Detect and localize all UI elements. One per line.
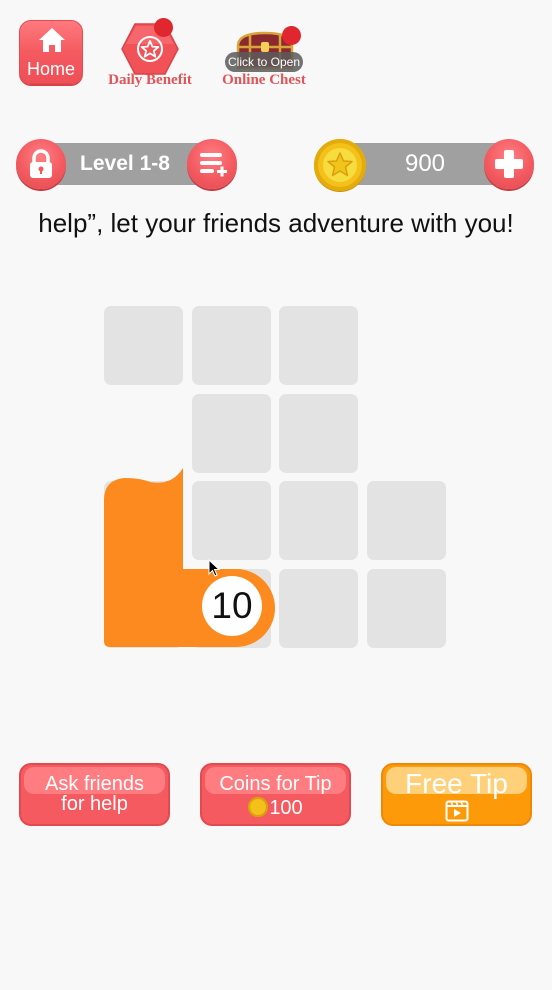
ask-friends-button[interactable]: Ask friends for help bbox=[19, 763, 170, 826]
ask-friends-line1: Ask friends bbox=[45, 773, 144, 795]
ask-friends-line2: for help bbox=[61, 793, 128, 815]
filled-path bbox=[104, 468, 275, 647]
coins-tip-label: Coins for Tip bbox=[219, 773, 332, 795]
coins-for-tip-button[interactable]: Coins for Tip 100 bbox=[200, 763, 351, 826]
path-head-number: 10 bbox=[202, 576, 262, 636]
coin-icon bbox=[248, 797, 269, 817]
mouse-cursor-icon bbox=[208, 559, 221, 577]
free-tip-button[interactable]: Free Tip bbox=[381, 763, 532, 826]
video-play-icon bbox=[445, 800, 468, 822]
coins-tip-cost: 100 bbox=[269, 797, 303, 819]
free-tip-label: Free Tip bbox=[405, 768, 508, 799]
